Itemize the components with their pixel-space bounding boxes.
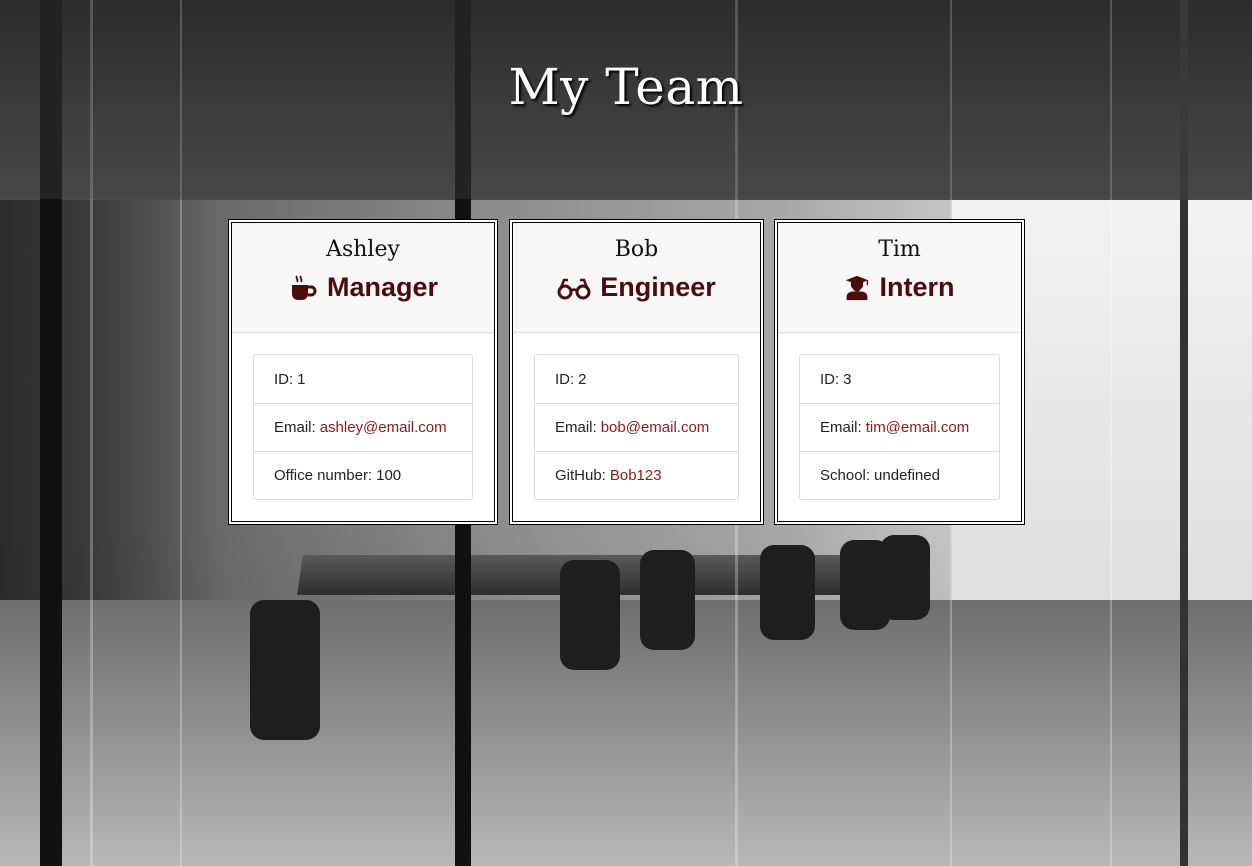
page-title: My Team (508, 58, 744, 116)
email-row: Email: tim@email.com (800, 403, 999, 451)
employee-card-manager: Ashley Manager ID: 1 Email: ashley@email.c… (231, 222, 495, 522)
employee-role: Intern (778, 272, 1021, 303)
coffee-icon (291, 274, 317, 300)
role-label: Intern (879, 272, 955, 302)
github-row: GitHub: Bob123 (535, 451, 738, 499)
card-header: Tim Intern (778, 223, 1021, 333)
details-list: ID: 3 Email: tim@email.com School: undefine… (799, 354, 1000, 500)
employee-card-intern: Tim Intern ID: 3 Email: tim@email.com Scho… (777, 222, 1022, 522)
graduate-icon (846, 275, 869, 300)
details-list: ID: 2 Email: bob@email.com GitHub: Bob123 (534, 354, 739, 500)
role-label: Engineer (600, 272, 716, 302)
office-number-row: Office number: 100 (254, 451, 472, 499)
employee-name: Tim (878, 237, 921, 262)
email-row: Email: bob@email.com (535, 403, 738, 451)
employee-id: 3 (843, 370, 852, 388)
school-name: undefined (874, 467, 940, 484)
role-label: Manager (326, 272, 439, 302)
github-link[interactable]: Bob123 (610, 467, 662, 484)
email-link[interactable]: tim@email.com (866, 419, 970, 436)
office-number: 100 (376, 467, 402, 484)
email-row: Email: ashley@email.com (254, 403, 472, 451)
id-row: ID: 1 (274, 370, 306, 388)
email-link[interactable]: bob@email.com (601, 419, 710, 436)
id-row: ID: 3 (820, 370, 852, 388)
card-header: Ashley Manager (232, 223, 494, 333)
employee-name: Ashley (326, 237, 400, 262)
card-header: Bob Engineer (513, 223, 760, 333)
employee-role: Manager (232, 272, 494, 303)
employee-id: 2 (578, 370, 587, 388)
details-list: ID: 1 Email: ashley@email.com Office numbe… (253, 354, 473, 500)
employee-card-engineer: Bob Engineer ID: 2 Email: bob@email.com Gi… (512, 222, 761, 522)
employee-name: Bob (614, 237, 659, 262)
email-link[interactable]: ashley@email.com (320, 419, 447, 436)
employee-role: Engineer (513, 272, 760, 303)
id-row: ID: 2 (555, 370, 587, 388)
employee-id: 1 (297, 370, 306, 388)
school-row: School: undefined (800, 451, 999, 499)
glasses-icon (557, 278, 591, 299)
